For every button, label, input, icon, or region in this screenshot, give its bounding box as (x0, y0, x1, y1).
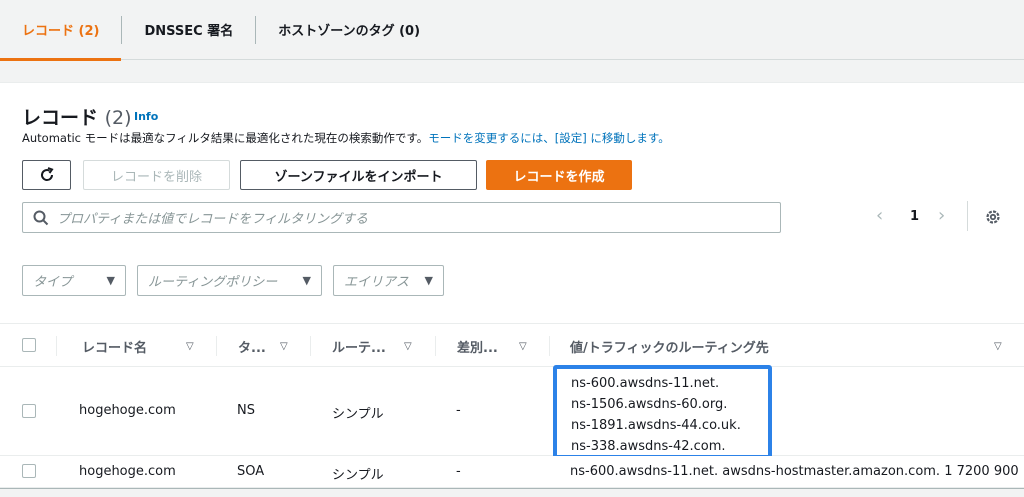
horizontal-scrollbar[interactable] (0, 488, 1024, 497)
alias-filter[interactable]: エイリアス ▼ (333, 265, 444, 296)
header-value[interactable]: 値/トラフィックのルーティング先 (570, 324, 769, 368)
previous-page-button[interactable]: ‹ (876, 205, 883, 226)
settings-link[interactable]: モードを変更するには、[設定] に移動します。 (428, 131, 669, 145)
type-filter-label: タイプ (33, 275, 73, 290)
column-divider (435, 336, 436, 356)
delete-record-button[interactable]: レコードを削除 (83, 160, 230, 190)
record-value: ns-600.awsdns-11.net. (571, 376, 720, 391)
sort-icon[interactable]: ▽ (994, 324, 1002, 368)
record-values-highlight: ns-600.awsdns-11.net. ns-1506.awsdns-60.… (553, 365, 772, 459)
header-routing-label: ルーテ... (332, 340, 386, 356)
alias-filter-label: エイリアス (344, 275, 410, 290)
panel-title: レコード (2) (22, 103, 132, 130)
record-value: ns-1506.awsdns-60.org. (571, 397, 728, 412)
table-header: レコード名 ▽ タ... ▽ ルーテ... ▽ 差別... ▽ 値/トラフィック… (0, 323, 1024, 367)
record-value: ns-1891.awsdns-44.co.uk. (571, 418, 741, 433)
header-type-label: タ... (238, 340, 266, 356)
row-checkbox[interactable] (22, 464, 36, 478)
info-link[interactable]: Info (134, 110, 158, 123)
record-type: SOA (237, 464, 265, 479)
record-name: hogehoge.com (79, 403, 176, 418)
record-value: ns-600.awsdns-11.net. awsdns-hostmaster.… (570, 464, 1019, 479)
import-zone-file-button[interactable]: ゾーンファイルをインポート (240, 160, 477, 190)
record-name: hogehoge.com (79, 464, 176, 479)
table-row[interactable]: hogehoge.com NS シンプル - (0, 368, 1024, 456)
column-divider (56, 336, 57, 356)
record-routing: シンプル (332, 468, 384, 483)
caret-down-icon: ▼ (302, 274, 311, 287)
search-icon (33, 210, 49, 225)
caret-down-icon: ▼ (106, 274, 115, 287)
type-filter[interactable]: タイプ ▼ (22, 265, 126, 296)
sort-icon[interactable]: ▽ (280, 324, 288, 368)
refresh-button[interactable] (22, 160, 71, 190)
routing-policy-filter[interactable]: ルーティングポリシー ▼ (137, 265, 322, 296)
header-record-name-label: レコード名 (82, 340, 148, 356)
header-type[interactable]: タ... (238, 324, 266, 368)
record-routing: シンプル (332, 407, 384, 422)
search-input[interactable]: プロパティまたは値でレコードをフィルタリングする (22, 202, 781, 233)
sort-icon[interactable]: ▽ (404, 324, 412, 368)
row-checkbox[interactable] (22, 404, 36, 418)
sort-icon[interactable]: ▽ (519, 324, 527, 368)
panel-title-text: レコード (22, 107, 99, 129)
column-divider (216, 336, 217, 356)
header-value-label: 値/トラフィックのルーティング先 (570, 340, 769, 356)
tab-records[interactable]: レコード (2) (0, 0, 122, 61)
header-record-name[interactable]: レコード名 (82, 324, 147, 368)
header-differentiator[interactable]: 差別... (457, 324, 498, 368)
gear-icon (986, 210, 1000, 224)
tab-hosted-zone-tags[interactable]: ホストゾーンのタグ (0) (256, 0, 442, 60)
settings-button[interactable] (984, 208, 1002, 230)
next-page-button[interactable]: › (938, 205, 945, 226)
caret-down-icon: ▼ (424, 274, 433, 287)
tab-bar: レコード (2) DNSSEC 署名 ホストゾーンのタグ (0) (0, 0, 1024, 61)
sort-icon[interactable]: ▽ (186, 324, 194, 368)
header-differentiator-label: 差別... (457, 340, 498, 356)
current-page[interactable]: 1 (910, 209, 919, 224)
record-differentiator: - (456, 403, 461, 418)
search-placeholder: プロパティまたは値でレコードをフィルタリングする (57, 212, 368, 227)
table-row[interactable]: hogehoge.com SOA シンプル - ns-600.awsdns-11… (0, 456, 1024, 488)
pager-divider (967, 201, 968, 231)
refresh-icon (40, 167, 54, 181)
column-divider (549, 336, 550, 356)
description-text: Automatic モードは最適なフィルタ結果に最適化された現在の検索動作です。 (22, 131, 429, 145)
tab-dnssec[interactable]: DNSSEC 署名 (122, 0, 255, 60)
create-record-button[interactable]: レコードを作成 (486, 160, 632, 190)
routing-filter-label: ルーティングポリシー (148, 275, 278, 290)
panel-description: Automatic モードは最適なフィルタ結果に最適化された現在の検索動作です。… (22, 130, 670, 146)
record-value: ns-338.awsdns-42.com. (571, 439, 726, 454)
column-divider (310, 336, 311, 356)
record-differentiator: - (456, 464, 461, 479)
record-type: NS (237, 403, 255, 418)
record-count: (2) (104, 107, 132, 129)
select-all-checkbox[interactable] (22, 338, 36, 352)
header-routing[interactable]: ルーテ... (332, 324, 386, 368)
